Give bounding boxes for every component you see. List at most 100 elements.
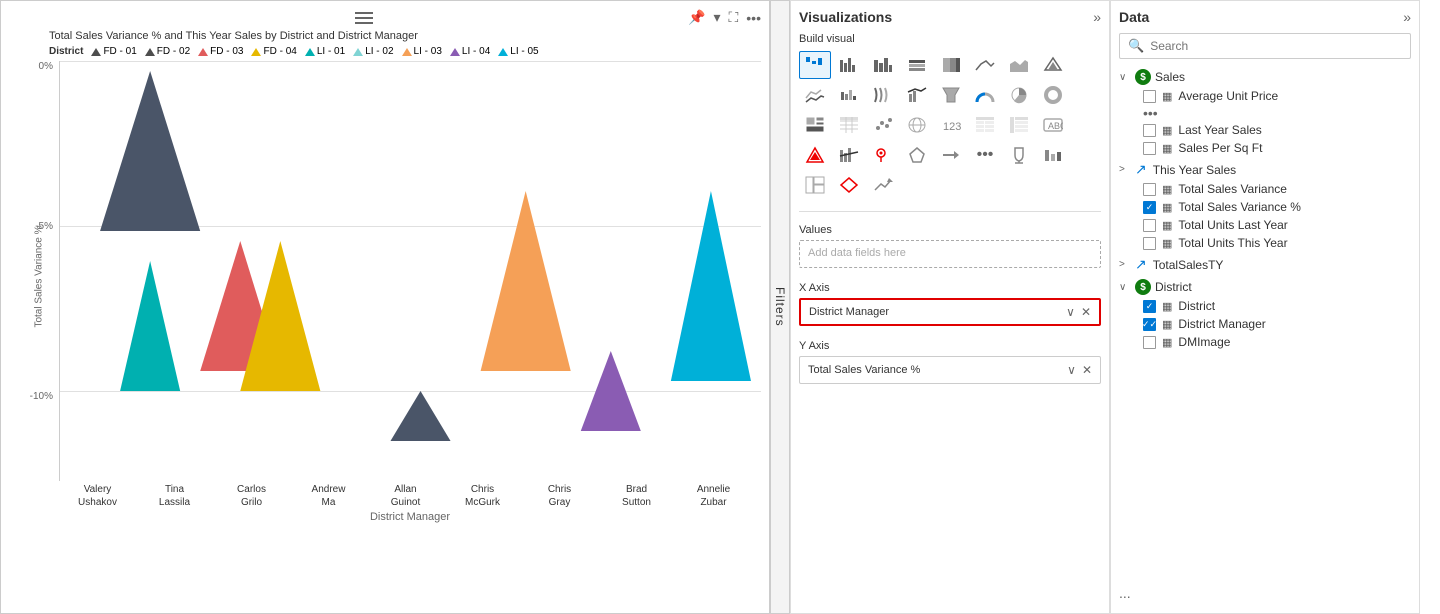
viz-icon-stacked-bar[interactable]: [901, 51, 933, 79]
viz-icon-map-filled[interactable]: [1037, 51, 1069, 79]
chevron-icon-this-year-sales[interactable]: >: [1119, 164, 1131, 175]
chevron-down-icon-district[interactable]: ∨: [1119, 282, 1131, 293]
checkbox-dmimage[interactable]: [1143, 336, 1156, 349]
viz-icon-table[interactable]: [969, 111, 1001, 139]
viz-icon-funnel[interactable]: [935, 81, 967, 109]
x-axis-value: District Manager: [809, 306, 889, 318]
tree-section-total-sales-ty: > ↗ TotalSalesTY: [1119, 254, 1411, 275]
viz-icon-line[interactable]: [969, 51, 1001, 79]
more-sales-items[interactable]: •••: [1119, 105, 1411, 121]
viz-icon-waterfall[interactable]: [833, 81, 865, 109]
tree-item-dmimage[interactable]: ▦ DMImage: [1119, 333, 1411, 351]
values-field-area[interactable]: Add data fields here: [799, 240, 1101, 268]
tree-item-total-sales-variance[interactable]: ▦ Total Sales Variance: [1119, 180, 1411, 198]
legend-item-fd03: FD - 03: [198, 46, 243, 57]
total-sales-ty-section-label: TotalSalesTY: [1153, 258, 1224, 272]
x-label-allan: AllanGuinot: [367, 483, 444, 509]
tree-item-district-manager[interactable]: ✓ ▦ District Manager: [1119, 315, 1411, 333]
tree-item-total-units-this-year[interactable]: ▦ Total Units This Year: [1119, 234, 1411, 252]
viz-icon-more-viz[interactable]: •••: [969, 141, 1001, 169]
tree-item-last-year-sales[interactable]: ▦ Last Year Sales: [1119, 121, 1411, 139]
chart-action-icons[interactable]: 📌 ▾ ⛶ •••: [688, 9, 761, 26]
search-input[interactable]: [1150, 39, 1402, 53]
viz-icon-shape[interactable]: [901, 141, 933, 169]
legend-label-li03: LI - 03: [414, 46, 442, 57]
checkbox-total-sales-variance[interactable]: [1143, 183, 1156, 196]
viz-icon-line-clustered[interactable]: [867, 51, 899, 79]
viz-icon-line-stacked[interactable]: [799, 81, 831, 109]
filters-tab[interactable]: Filters: [770, 0, 790, 614]
checkbox-sales-per-sq-ft[interactable]: [1143, 142, 1156, 155]
viz-icon-treemap[interactable]: [799, 111, 831, 139]
viz-icon-arrows[interactable]: [867, 171, 899, 199]
viz-icon-donut[interactable]: [1037, 81, 1069, 109]
legend-item-fd04: FD - 04: [251, 46, 296, 57]
viz-icon-gauge[interactable]: [969, 81, 1001, 109]
data-expand-icon[interactable]: »: [1403, 9, 1411, 25]
viz-icon-matrix[interactable]: [833, 111, 865, 139]
viz-expand-icon[interactable]: »: [1093, 9, 1101, 25]
checkbox-total-sales-variance-pct[interactable]: [1143, 201, 1156, 214]
viz-icon-map[interactable]: [901, 111, 933, 139]
tree-section-header-district[interactable]: ∨ $ District: [1119, 277, 1411, 297]
viz-icon-geo[interactable]: [799, 171, 831, 199]
viz-icon-area[interactable]: [1003, 51, 1035, 79]
viz-icon-bar-combo[interactable]: [833, 141, 865, 169]
viz-icon-scatter-plot[interactable]: [867, 111, 899, 139]
tree-section-header-this-year-sales[interactable]: > ↗ This Year Sales: [1119, 159, 1411, 180]
checkbox-avg-unit-price[interactable]: [1143, 90, 1156, 103]
viz-icon-combo[interactable]: [901, 81, 933, 109]
viz-icons-grid: 123 ABC •••: [799, 51, 1101, 199]
tree-item-avg-unit-price[interactable]: ▦ Average Unit Price: [1119, 87, 1411, 105]
checkbox-total-units-this-year[interactable]: [1143, 237, 1156, 250]
label-last-year-sales: Last Year Sales: [1178, 123, 1261, 137]
y-axis-chevron-icon[interactable]: ∨: [1067, 363, 1076, 377]
viz-icon-scatter[interactable]: [799, 51, 831, 79]
viz-icon-placeholder: [901, 171, 933, 199]
tree-section-header-sales[interactable]: ∨ $ Sales: [1119, 67, 1411, 87]
pin-icon[interactable]: 📌: [688, 9, 705, 26]
viz-icon-map2[interactable]: [867, 141, 899, 169]
viz-icon-card[interactable]: ABC: [1037, 111, 1069, 139]
tree-section-header-total-sales-ty[interactable]: > ↗ TotalSalesTY: [1119, 254, 1411, 275]
measure-icon-total-sales-variance-pct: ▦: [1162, 201, 1172, 214]
legend-item-li01: LI - 01: [305, 46, 345, 57]
viz-icon-kpi[interactable]: 123: [935, 111, 967, 139]
tree-item-sales-per-sq-ft[interactable]: ▦ Sales Per Sq Ft: [1119, 139, 1411, 157]
search-box[interactable]: 🔍: [1119, 33, 1411, 59]
y-axis-close-icon[interactable]: ✕: [1082, 363, 1092, 377]
tree-item-total-sales-variance-pct[interactable]: ▦ Total Sales Variance %: [1119, 198, 1411, 216]
viz-icon-trophy[interactable]: [1003, 141, 1035, 169]
checkbox-district[interactable]: [1143, 300, 1156, 313]
viz-icon-ribbon[interactable]: [867, 81, 899, 109]
viz-icon-arrow[interactable]: [935, 141, 967, 169]
tree-item-district[interactable]: ▦ District: [1119, 297, 1411, 315]
viz-icon-diamond[interactable]: [833, 171, 865, 199]
x-label-tina: TinaLassila: [136, 483, 213, 509]
expand-icon[interactable]: ⛶: [728, 9, 738, 26]
tree-item-total-units-last-year[interactable]: ▦ Total Units Last Year: [1119, 216, 1411, 234]
chevron-down-icon-sales[interactable]: ∨: [1119, 72, 1131, 83]
filter-icon[interactable]: ▾: [713, 9, 720, 26]
data-panel-header: Data »: [1119, 9, 1411, 25]
chart-menu-icon[interactable]: [355, 12, 373, 24]
viz-icon-pie[interactable]: [1003, 81, 1035, 109]
x-axis-chevron-icon[interactable]: ∨: [1066, 305, 1075, 319]
build-visual-label: Build visual: [799, 33, 1101, 45]
more-options-icon[interactable]: •••: [746, 10, 761, 26]
text-icon-district-manager: ▦: [1162, 318, 1172, 331]
viz-icon-matrix2[interactable]: [1003, 111, 1035, 139]
viz-icon-bar[interactable]: [833, 51, 865, 79]
y-axis-field[interactable]: Total Sales Variance % ∨ ✕: [799, 356, 1101, 384]
viz-icon-100pct-bar[interactable]: [935, 51, 967, 79]
measure-icon-avg-unit-price: ▦: [1162, 90, 1172, 103]
viz-icon-indicator[interactable]: [799, 141, 831, 169]
viz-icon-custom[interactable]: [1037, 141, 1069, 169]
x-axis-field[interactable]: District Manager ∨ ✕: [799, 298, 1101, 326]
checkbox-last-year-sales[interactable]: [1143, 124, 1156, 137]
tree-section-this-year-sales: > ↗ This Year Sales ▦ Total Sales Varian…: [1119, 159, 1411, 252]
chevron-icon-total-sales-ty[interactable]: >: [1119, 259, 1131, 270]
checkbox-total-units-last-year[interactable]: [1143, 219, 1156, 232]
x-axis-close-icon[interactable]: ✕: [1081, 305, 1091, 319]
checkbox-district-manager[interactable]: ✓: [1143, 318, 1156, 331]
